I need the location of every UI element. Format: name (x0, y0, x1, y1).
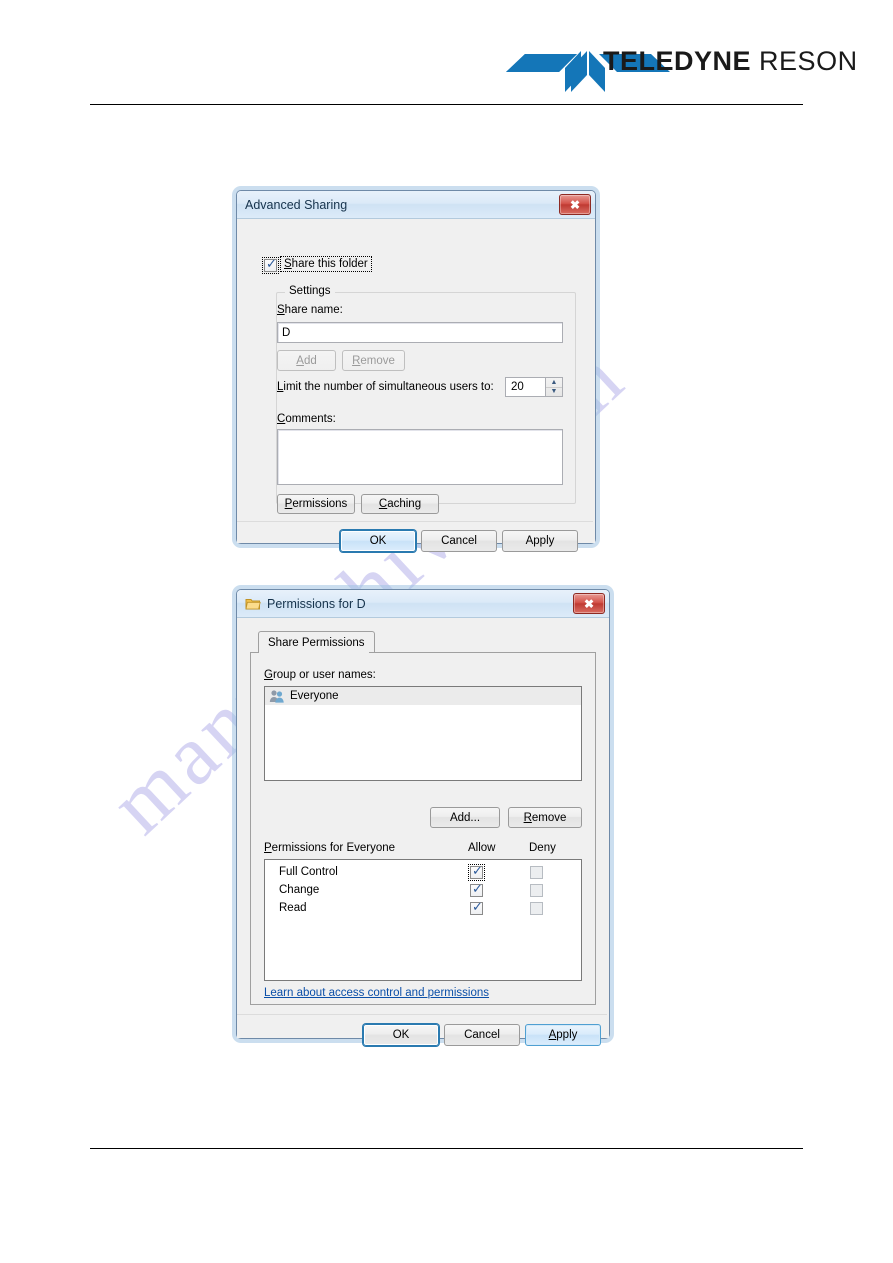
list-item-label: Everyone (290, 690, 339, 702)
footer-separator (237, 521, 593, 522)
advanced-sharing-body: ✓ SShare this folderhare this folder Set… (237, 219, 595, 552)
comments-input[interactable] (277, 429, 563, 485)
advanced-sharing-title: Advanced Sharing (245, 197, 348, 212)
add-user-button[interactable]: Add... (430, 807, 500, 828)
permissions-body: Share Permissions Group or user names: E… (237, 618, 609, 1046)
table-row[interactable]: Full Control ✓ (265, 864, 581, 882)
deny-column-header: Deny (529, 842, 556, 854)
deny-change-checkbox[interactable] (530, 884, 543, 897)
allow-column-header: Allow (468, 842, 496, 854)
ok-button[interactable]: OK (363, 1024, 439, 1046)
table-row[interactable]: Change ✓ (265, 882, 581, 900)
header-rule (90, 104, 803, 105)
permissions-button[interactable]: Permissions (277, 494, 355, 514)
footer-rule (90, 1148, 803, 1149)
ok-button[interactable]: OK (340, 530, 416, 552)
tab-share-permissions[interactable]: Share Permissions (258, 631, 375, 653)
footer-separator (237, 1014, 607, 1015)
apply-button[interactable]: Apply (502, 530, 578, 552)
learn-about-access-control-link[interactable]: Learn about access control and permissio… (264, 987, 489, 999)
table-row[interactable]: Read ✓ (265, 900, 581, 918)
share-name-label: Share name: (277, 304, 343, 316)
simultaneous-users-value[interactable]: 20 (505, 377, 546, 397)
add-share-name-button[interactable]: Add (277, 350, 336, 371)
permission-name: Change (279, 884, 320, 896)
cancel-button[interactable]: Cancel (421, 530, 497, 552)
apply-button[interactable]: Apply (525, 1024, 601, 1046)
permission-name: Read (279, 902, 307, 914)
spinner-up-icon[interactable]: ▲ (546, 378, 562, 388)
users-group-icon (269, 690, 284, 703)
caching-button[interactable]: Caching (361, 494, 439, 514)
tab-active-underlay (259, 651, 369, 653)
permissions-for-everyone-label: Permissions for Everyone (264, 842, 396, 854)
share-this-folder-label[interactable]: SShare this folderhare this folder (280, 256, 372, 272)
simultaneous-users-stepper[interactable]: 20 ▲ ▼ (505, 377, 563, 397)
brand-wordmark: TELEDYNE RESON (603, 46, 858, 77)
folder-icon (245, 598, 261, 609)
permissions-dialog: Permissions for D ✖ Share Permissions Gr… (236, 589, 610, 1046)
close-icon[interactable]: ✖ (573, 593, 605, 614)
stepper-buttons[interactable]: ▲ ▼ (546, 377, 563, 397)
comments-label: Comments: (277, 413, 336, 425)
checkmark-icon: ✓ (266, 257, 277, 272)
permissions-titlebar: Permissions for D ✖ (237, 590, 609, 618)
share-this-folder-checkbox[interactable]: ✓ (262, 257, 279, 274)
cancel-button[interactable]: Cancel (444, 1024, 520, 1046)
permission-name: Full Control (279, 866, 338, 878)
group-or-user-names-label: Group or user names: (264, 669, 376, 681)
remove-user-button[interactable]: Remove (508, 807, 582, 828)
checkmark-icon: ✓ (472, 864, 483, 879)
list-item[interactable]: Everyone (265, 687, 581, 705)
allow-change-checkbox[interactable]: ✓ (470, 882, 483, 897)
limit-users-label: Limit the number of simultaneous users t… (277, 381, 494, 393)
checkmark-icon: ✓ (472, 900, 483, 915)
allow-full-control-checkbox[interactable]: ✓ (468, 864, 485, 881)
remove-share-name-button[interactable]: Remove (342, 350, 405, 371)
allow-read-checkbox[interactable]: ✓ (470, 900, 483, 915)
settings-groupbox-title: Settings (285, 285, 335, 297)
close-icon[interactable]: ✖ (559, 194, 591, 215)
spinner-down-icon[interactable]: ▼ (546, 388, 562, 397)
share-name-input[interactable]: D (277, 322, 563, 343)
deny-read-checkbox[interactable] (530, 902, 543, 915)
permissions-table: Full Control ✓ Change ✓ Read ✓ (264, 859, 582, 981)
brand-light: RESON (759, 46, 858, 76)
group-user-listbox[interactable]: Everyone (264, 686, 582, 781)
advanced-sharing-dialog: Advanced Sharing ✖ ✓ SShare this folderh… (236, 190, 596, 552)
permissions-title: Permissions for D (267, 596, 366, 611)
brand-bold: TELEDYNE (603, 46, 752, 76)
checkmark-icon: ✓ (472, 882, 483, 897)
deny-full-control-checkbox[interactable] (530, 866, 543, 879)
advanced-sharing-titlebar: Advanced Sharing ✖ (237, 191, 595, 219)
